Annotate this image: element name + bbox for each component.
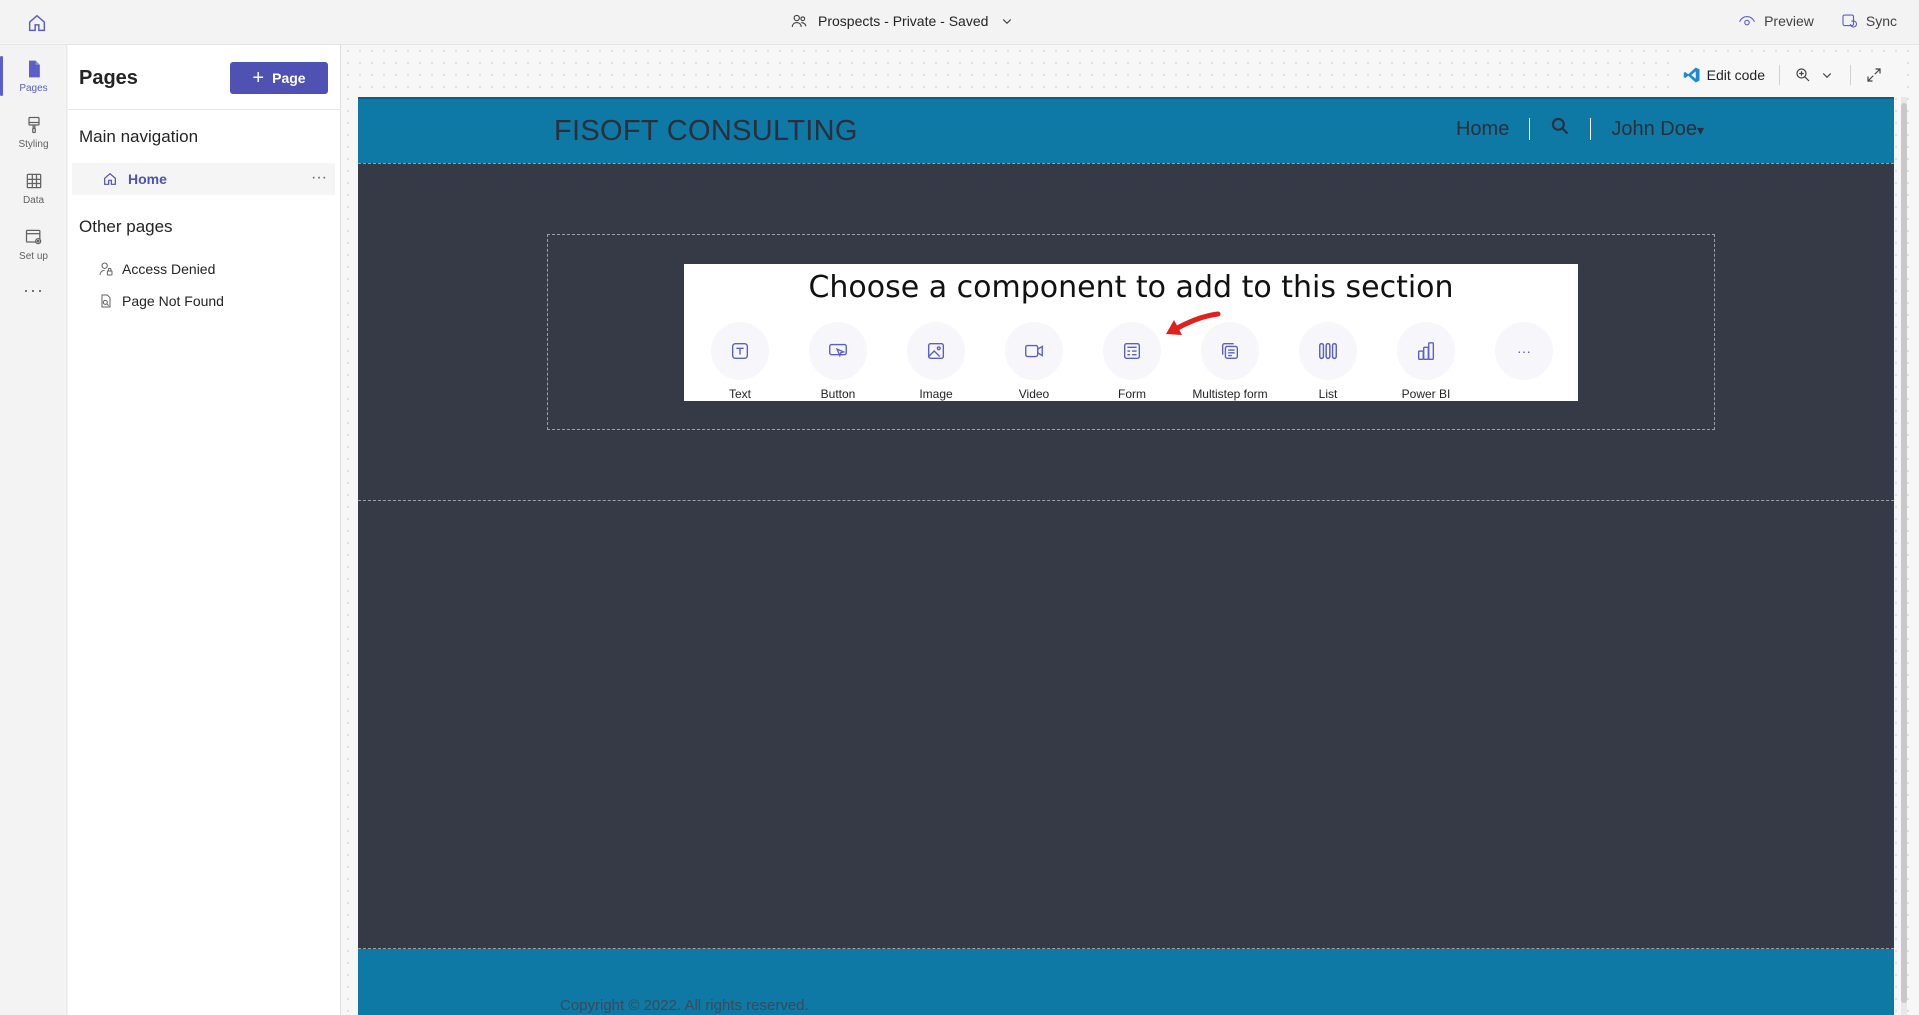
site-title-dropdown[interactable]: Prospects - Private - Saved xyxy=(790,12,1016,30)
left-rail: Pages Styling Data Set up ··· xyxy=(0,45,67,1015)
site-nav: Home John Doe▾ xyxy=(1456,116,1704,142)
person-lock-icon xyxy=(99,262,113,276)
caret-down-icon: ▾ xyxy=(1696,121,1704,138)
more-options-icon[interactable]: ··· xyxy=(311,169,327,187)
home-icon[interactable] xyxy=(26,12,48,34)
component-list[interactable]: List xyxy=(1283,322,1373,401)
copyright-text: Copyright © 2022. All rights reserved. xyxy=(560,997,809,1014)
top-bar: Prospects - Private - Saved Preview Sync xyxy=(0,0,1919,45)
fullscreen-button[interactable] xyxy=(1851,60,1897,90)
canvas-scrollbar[interactable] xyxy=(1901,97,1907,1015)
edit-code-button[interactable]: Edit code xyxy=(1669,60,1779,90)
expand-icon xyxy=(1865,66,1883,84)
site-preview: FISOFT CONSULTING Home John Doe▾ Choose … xyxy=(358,97,1894,1015)
component-label: Button xyxy=(820,387,856,401)
nav-item-home[interactable]: Home ··· xyxy=(72,163,335,195)
component-video[interactable]: Video xyxy=(989,322,1079,401)
rail-label: Data xyxy=(22,194,45,206)
page-item-page-not-found[interactable]: Page Not Found xyxy=(98,293,224,309)
rail-item-styling[interactable]: Styling xyxy=(0,106,67,158)
page-item-access-denied[interactable]: Access Denied xyxy=(98,261,215,277)
component-power-bi[interactable]: Power BI xyxy=(1381,322,1471,401)
home-icon xyxy=(104,172,116,185)
form-icon xyxy=(1123,342,1141,360)
component-picker: Choose a component to add to this sectio… xyxy=(684,264,1578,401)
component-label: Text xyxy=(728,387,751,401)
page-item-label: Page Not Found xyxy=(122,293,224,309)
pages-panel: Pages + Page Main navigation Home ··· Ot… xyxy=(68,45,341,1015)
image-icon xyxy=(927,342,945,360)
sync-button[interactable]: Sync xyxy=(1840,12,1897,30)
brush-icon xyxy=(27,116,40,133)
site-brand[interactable]: FISOFT CONSULTING xyxy=(554,115,858,148)
people-icon xyxy=(790,12,808,30)
component-picker-title: Choose a component to add to this sectio… xyxy=(808,270,1454,305)
chevron-down-icon xyxy=(998,12,1016,30)
rail-item-data[interactable]: Data xyxy=(0,162,67,214)
sync-icon xyxy=(1840,12,1858,30)
page-icon xyxy=(28,60,40,77)
rail-item-pages[interactable]: Pages xyxy=(0,50,67,102)
other-pages-heading: Other pages xyxy=(79,217,173,236)
preview-button[interactable]: Preview xyxy=(1738,12,1814,30)
annotation-arrow-icon xyxy=(1166,311,1221,335)
main-navigation-heading: Main navigation xyxy=(79,127,199,146)
divider xyxy=(68,109,341,110)
component-image[interactable]: Image xyxy=(891,322,981,401)
canvas-toolbar: Edit code xyxy=(1668,60,1897,90)
nav-separator xyxy=(1590,118,1592,140)
plus-icon: + xyxy=(252,67,265,89)
component-label: Multistep form xyxy=(1192,387,1268,401)
add-page-label: Page xyxy=(272,70,306,86)
site-footer[interactable]: Copyright © 2022. All rights reserved. xyxy=(358,949,1894,1015)
component-label: Form xyxy=(1118,387,1146,401)
power-bi-icon xyxy=(1417,342,1435,360)
scrollbar-thumb[interactable] xyxy=(1901,103,1907,1003)
eye-icon xyxy=(1738,12,1756,30)
nav-item-label: Home xyxy=(128,171,167,187)
multistep-form-icon xyxy=(1221,342,1239,360)
edit-code-label: Edit code xyxy=(1706,67,1765,83)
text-icon xyxy=(731,342,749,360)
rail-item-setup[interactable]: Set up xyxy=(0,218,67,270)
panel-title: Pages xyxy=(79,67,138,89)
site-nav-user[interactable]: John Doe▾ xyxy=(1611,118,1704,141)
sync-label: Sync xyxy=(1865,13,1897,29)
component-more[interactable]: ··· xyxy=(1479,322,1569,387)
component-label: Image xyxy=(919,387,953,401)
video-icon xyxy=(1025,344,1043,358)
search-icon[interactable] xyxy=(1550,116,1570,142)
chevron-down-icon xyxy=(1818,66,1836,84)
component-button[interactable]: Button xyxy=(793,322,883,401)
component-label: List xyxy=(1318,387,1338,401)
preview-label: Preview xyxy=(1764,13,1814,29)
list-columns-icon xyxy=(1319,342,1337,360)
component-label: Video xyxy=(1018,387,1050,401)
component-label: Power BI xyxy=(1401,387,1451,401)
button-cursor-icon xyxy=(829,343,847,358)
document-search-icon xyxy=(101,294,111,308)
component-text[interactable]: Text xyxy=(695,322,785,401)
more-icon[interactable]: ··· xyxy=(0,280,67,301)
settings-window-icon xyxy=(25,229,41,244)
rail-label: Styling xyxy=(18,138,49,150)
zoom-in-icon xyxy=(1794,66,1812,84)
section-boundary xyxy=(358,500,1894,501)
page-item-label: Access Denied xyxy=(122,261,216,277)
zoom-dropdown[interactable] xyxy=(1780,60,1850,90)
rail-label: Pages xyxy=(19,82,48,94)
nav-separator xyxy=(1529,118,1531,140)
site-nav-home[interactable]: Home xyxy=(1456,118,1509,141)
rail-label: Set up xyxy=(19,250,48,262)
more-icon: ··· xyxy=(1517,343,1531,359)
section-boundary xyxy=(358,163,1894,164)
site-title: Prospects - Private - Saved xyxy=(818,13,989,29)
table-icon xyxy=(26,173,41,188)
vscode-icon xyxy=(1683,66,1701,84)
add-page-button[interactable]: + Page xyxy=(230,62,328,94)
site-header[interactable]: FISOFT CONSULTING Home John Doe▾ xyxy=(358,97,1894,163)
user-name: John Doe xyxy=(1611,117,1697,140)
